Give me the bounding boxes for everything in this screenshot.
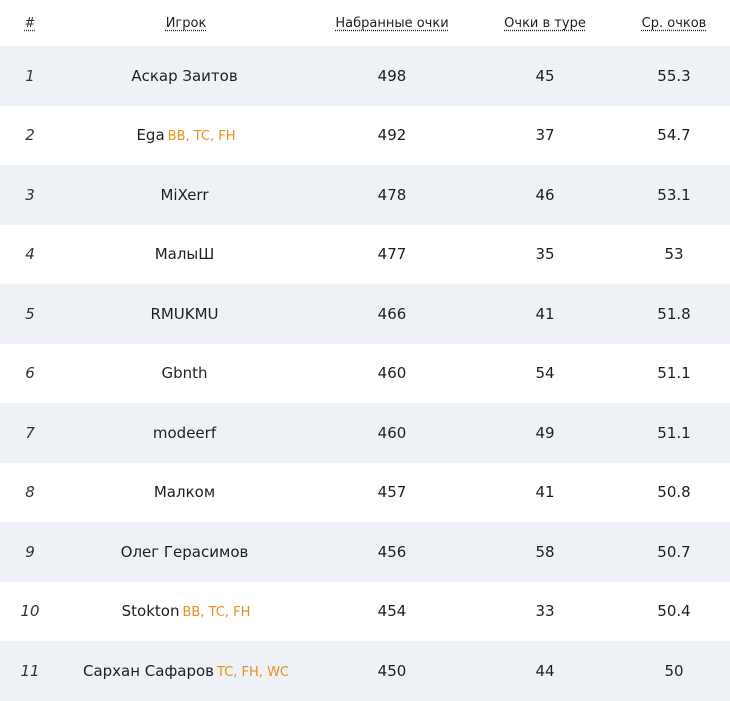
points-cell: 466 xyxy=(377,304,407,323)
player-name: Gbnth xyxy=(161,364,208,383)
player-name: Ega xyxy=(136,126,165,145)
avg-points-cell: 53.1 xyxy=(657,185,691,204)
player-cell: Малком xyxy=(60,483,312,501)
table-header: # Игрок Набранные очки Очки в туре Ср. о… xyxy=(0,0,730,46)
points-cell: 450 xyxy=(377,661,407,680)
avg-points-cell: 50.7 xyxy=(657,542,691,561)
rank-cell: 5 xyxy=(25,304,35,323)
player-name: Сархан Сафаров xyxy=(82,661,215,680)
player-name: MiXerr xyxy=(160,185,209,204)
points-cell: 478 xyxy=(377,185,407,204)
gw-points-cell: 58 xyxy=(535,542,555,561)
sort-by-player[interactable]: Игрок xyxy=(166,16,207,31)
rank-cell: 6 xyxy=(25,364,35,383)
player-name: МалыШ xyxy=(154,245,215,264)
player-name: Stokton xyxy=(121,602,180,621)
rank-cell: 9 xyxy=(25,542,35,561)
rank-cell: 1 xyxy=(25,66,35,85)
avg-points-cell: 50 xyxy=(664,661,684,680)
player-cell: Ega BB, TC, FH xyxy=(60,126,312,144)
standings-table: # Игрок Набранные очки Очки в туре Ср. о… xyxy=(0,0,730,701)
player-name: Малком xyxy=(153,483,216,502)
points-cell: 498 xyxy=(377,66,407,85)
avg-points-cell: 50.4 xyxy=(657,602,691,621)
gw-points-cell: 54 xyxy=(535,364,555,383)
gw-points-cell: 41 xyxy=(535,304,555,323)
table-row: 4 МалыШ 477 35 53 xyxy=(0,225,730,285)
gw-points-cell: 49 xyxy=(535,423,555,442)
table-row: 9 Олег Герасимов 456 58 50.7 xyxy=(0,522,730,582)
table-row: 7 modeerf 460 49 51.1 xyxy=(0,403,730,463)
gw-points-cell: 33 xyxy=(535,602,555,621)
rank-cell: 4 xyxy=(25,245,35,264)
chips-label: TC, FH, WC xyxy=(217,664,290,680)
table-row: 11 Сархан Сафаров TC, FH, WC 450 44 50 xyxy=(0,641,730,701)
player-cell: MiXerr xyxy=(60,186,312,204)
avg-points-cell: 51.1 xyxy=(657,364,691,383)
points-cell: 477 xyxy=(377,245,407,264)
player-cell: Gbnth xyxy=(60,364,312,382)
rank-cell: 11 xyxy=(20,661,40,680)
table-row: 1 Аскар Заитов 498 45 55.3 xyxy=(0,46,730,106)
avg-points-cell: 51.8 xyxy=(657,304,691,323)
rank-cell: 2 xyxy=(25,126,35,145)
header-gw-cell: Очки в туре xyxy=(472,16,618,31)
avg-points-cell: 50.8 xyxy=(657,483,691,502)
player-cell: RMUKMU xyxy=(60,305,312,323)
player-name: Аскар Заитов xyxy=(131,66,238,85)
table-row: 8 Малком 457 41 50.8 xyxy=(0,463,730,523)
player-name: RMUKMU xyxy=(150,304,219,323)
rank-cell: 8 xyxy=(25,483,35,502)
points-cell: 460 xyxy=(377,364,407,383)
player-cell: Сархан Сафаров TC, FH, WC xyxy=(60,662,312,680)
sort-by-avg[interactable]: Ср. очков xyxy=(642,16,707,31)
avg-points-cell: 54.7 xyxy=(657,126,691,145)
player-cell: Аскар Заитов xyxy=(60,67,312,85)
gw-points-cell: 35 xyxy=(535,245,555,264)
gw-points-cell: 41 xyxy=(535,483,555,502)
header-player-cell: Игрок xyxy=(60,16,312,31)
rank-cell: 7 xyxy=(25,423,35,442)
header-avg-cell: Ср. очков xyxy=(618,16,730,31)
table-row: 2 Ega BB, TC, FH 492 37 54.7 xyxy=(0,106,730,166)
avg-points-cell: 51.1 xyxy=(657,423,691,442)
player-cell: МалыШ xyxy=(60,245,312,263)
points-cell: 460 xyxy=(377,423,407,442)
header-points-cell: Набранные очки xyxy=(312,16,472,31)
player-cell: modeerf xyxy=(60,424,312,442)
table-row: 10 Stokton BB, TC, FH 454 33 50.4 xyxy=(0,582,730,642)
avg-points-cell: 53 xyxy=(664,245,684,264)
sort-by-gw-points[interactable]: Очки в туре xyxy=(504,16,586,31)
player-name: modeerf xyxy=(152,423,217,442)
player-cell: Stokton BB, TC, FH xyxy=(60,602,312,620)
chips-label: BB, TC, FH xyxy=(182,605,251,621)
points-cell: 454 xyxy=(377,602,407,621)
gw-points-cell: 45 xyxy=(535,66,555,85)
header-rank-cell: # xyxy=(0,16,60,31)
points-cell: 457 xyxy=(377,483,407,502)
gw-points-cell: 44 xyxy=(535,661,555,680)
table-row: 6 Gbnth 460 54 51.1 xyxy=(0,344,730,404)
points-cell: 456 xyxy=(377,542,407,561)
gw-points-cell: 46 xyxy=(535,185,555,204)
rank-cell: 3 xyxy=(25,185,35,204)
chips-label: BB, TC, FH xyxy=(167,129,236,145)
table-row: 5 RMUKMU 466 41 51.8 xyxy=(0,284,730,344)
avg-points-cell: 55.3 xyxy=(657,66,691,85)
gw-points-cell: 37 xyxy=(535,126,555,145)
sort-by-points[interactable]: Набранные очки xyxy=(335,16,448,31)
sort-by-rank[interactable]: # xyxy=(25,16,36,31)
player-cell: Олег Герасимов xyxy=(60,543,312,561)
points-cell: 492 xyxy=(377,126,407,145)
table-row: 3 MiXerr 478 46 53.1 xyxy=(0,165,730,225)
player-name: Олег Герасимов xyxy=(120,542,249,561)
rank-cell: 10 xyxy=(20,602,40,621)
